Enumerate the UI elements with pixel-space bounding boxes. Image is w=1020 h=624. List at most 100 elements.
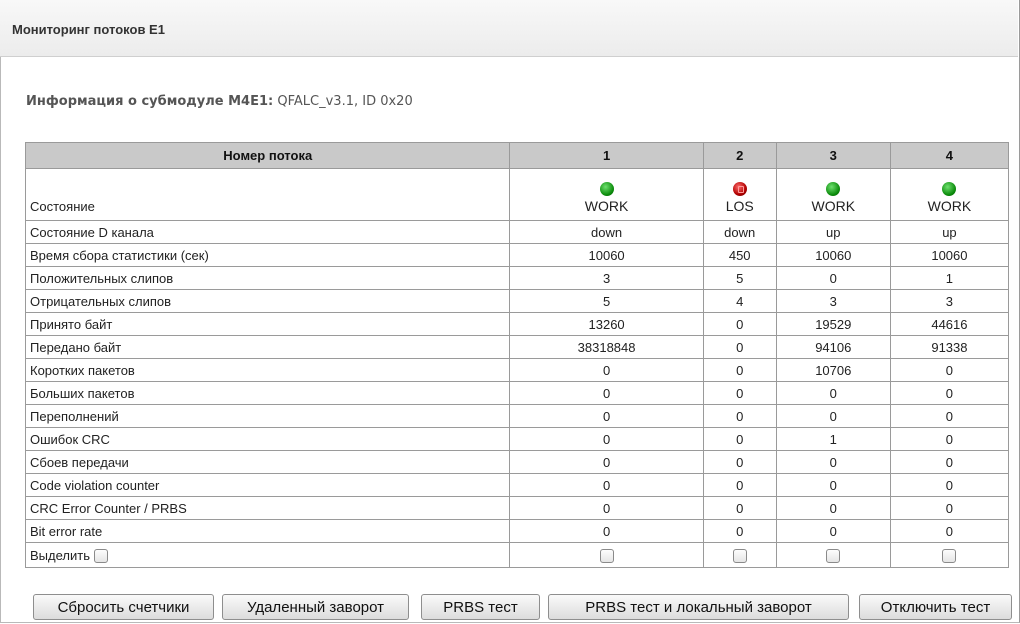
panel-header: Мониторинг потоков E1	[0, 0, 1018, 57]
panel-title: Мониторинг потоков E1	[12, 22, 165, 37]
status-led-icon	[826, 182, 841, 196]
remote-loop-button[interactable]: Удаленный заворот	[222, 594, 409, 620]
status-led-icon	[599, 182, 614, 196]
select-stream-3-checkbox[interactable]	[826, 548, 841, 563]
stop-test-button[interactable]: Отключить тест	[859, 594, 1012, 620]
row-value: 0	[775, 496, 891, 520]
prbs-test-button[interactable]: PRBS тест	[421, 594, 540, 620]
row-value: 0	[775, 266, 891, 290]
status-led-icon	[732, 182, 747, 196]
state-label: Состояние	[24, 168, 511, 221]
row-value: 0	[509, 473, 704, 497]
table-row: Отрицательных слипов 5 4 3 3	[24, 289, 1010, 313]
header-stream-1: 1	[509, 142, 704, 169]
row-value: 10706	[775, 358, 891, 382]
row-value: 0	[775, 473, 891, 497]
row-value: 0	[889, 450, 1010, 474]
row-value: 0	[509, 496, 704, 520]
select-all-cell: Выделить	[24, 542, 511, 568]
table-row: Коротких пакетов 0 0 10706 0	[24, 358, 1010, 382]
row-value: up	[775, 220, 891, 244]
row-value: 10060	[509, 243, 704, 267]
submodule-info: Информация о субмодуле M4E1: QFALC_v3.1,…	[26, 94, 413, 109]
row-value: 38318848	[509, 335, 704, 359]
row-value: 0	[509, 381, 704, 405]
row-value: 44616	[889, 312, 1010, 336]
row-label: Ошибок CRC	[24, 427, 511, 451]
state-cell: WORK	[509, 168, 704, 221]
row-value: 94106	[775, 335, 891, 359]
table-row: Code violation counter 0 0 0 0	[24, 473, 1010, 497]
status-led-icon	[942, 182, 957, 196]
row-value: 0	[702, 519, 777, 543]
row-value: 0	[702, 404, 777, 428]
row-value: 0	[889, 519, 1010, 543]
row-value: 5	[702, 266, 777, 290]
row-value: 0	[775, 519, 891, 543]
state-cell: WORK	[775, 168, 891, 221]
row-value: 0	[702, 450, 777, 474]
table-row: Bit error rate 0 0 0 0	[24, 519, 1010, 543]
row-label: CRC Error Counter / PRBS	[24, 496, 511, 520]
prbs-local-loop-button[interactable]: PRBS тест и локальный заворот	[548, 594, 849, 620]
select-stream-1-checkbox[interactable]	[599, 548, 614, 563]
row-value: 0	[775, 381, 891, 405]
select-all-checkbox[interactable]	[93, 548, 108, 563]
state-value: WORK	[927, 198, 972, 214]
row-label: Code violation counter	[24, 473, 511, 497]
row-value: 13260	[509, 312, 704, 336]
select-stream-2-checkbox[interactable]	[732, 548, 747, 563]
select-row: Выделить	[24, 542, 1010, 568]
table-row: Переполнений 0 0 0 0	[24, 404, 1010, 428]
select-stream-4-checkbox[interactable]	[942, 548, 957, 563]
select-cell	[702, 542, 777, 568]
reset-counters-button[interactable]: Сбросить счетчики	[33, 594, 214, 620]
row-label: Время сбора статистики (сек)	[24, 243, 511, 267]
state-value: LOS	[725, 198, 754, 214]
row-value: down	[702, 220, 777, 244]
row-label: Отрицательных слипов	[24, 289, 511, 313]
row-value: 0	[702, 496, 777, 520]
row-value: 1	[889, 266, 1010, 290]
select-cell	[509, 542, 704, 568]
submodule-info-label: Информация о субмодуле M4E1	[26, 94, 269, 109]
row-value: 0	[775, 404, 891, 428]
table-row: Положительных слипов 3 5 0 1	[24, 266, 1010, 290]
row-value: 3	[509, 266, 704, 290]
row-label: Больших пакетов	[24, 381, 511, 405]
row-value: 0	[702, 473, 777, 497]
table-row: Принято байт 13260 0 19529 44616	[24, 312, 1010, 336]
row-value: 0	[889, 427, 1010, 451]
select-all-label: Выделить	[30, 548, 90, 564]
row-label: Передано байт	[24, 335, 511, 359]
row-value: 0	[509, 427, 704, 451]
row-value: 10060	[775, 243, 891, 267]
header-stream-2: 2	[702, 142, 777, 169]
row-label: Состояние D канала	[24, 220, 511, 244]
table-row: Передано байт 38318848 0 94106 91338	[24, 335, 1010, 359]
submodule-info-value: QFALC_v3.1, ID 0x20	[277, 94, 413, 109]
row-value: 0	[702, 335, 777, 359]
row-value: 0	[889, 496, 1010, 520]
state-cell: WORK	[889, 168, 1010, 221]
row-value: 1	[775, 427, 891, 451]
row-value: 0	[702, 427, 777, 451]
row-value: 0	[702, 312, 777, 336]
row-label: Коротких пакетов	[24, 358, 511, 382]
row-value: 0	[509, 519, 704, 543]
row-value: up	[889, 220, 1010, 244]
row-value: 0	[509, 450, 704, 474]
header-stream-3: 3	[775, 142, 891, 169]
row-value: 5	[509, 289, 704, 313]
table-header-row: Номер потока 1 2 3 4	[24, 142, 1010, 169]
row-value: 0	[702, 381, 777, 405]
row-label: Положительных слипов	[24, 266, 511, 290]
row-value: 4	[702, 289, 777, 313]
row-value: down	[509, 220, 704, 244]
row-value: 0	[889, 358, 1010, 382]
state-cell: LOS	[702, 168, 777, 221]
table-row: Время сбора статистики (сек) 10060 450 1006…	[24, 243, 1010, 267]
row-value: 91338	[889, 335, 1010, 359]
row-label: Принято байт	[24, 312, 511, 336]
select-cell	[775, 542, 891, 568]
